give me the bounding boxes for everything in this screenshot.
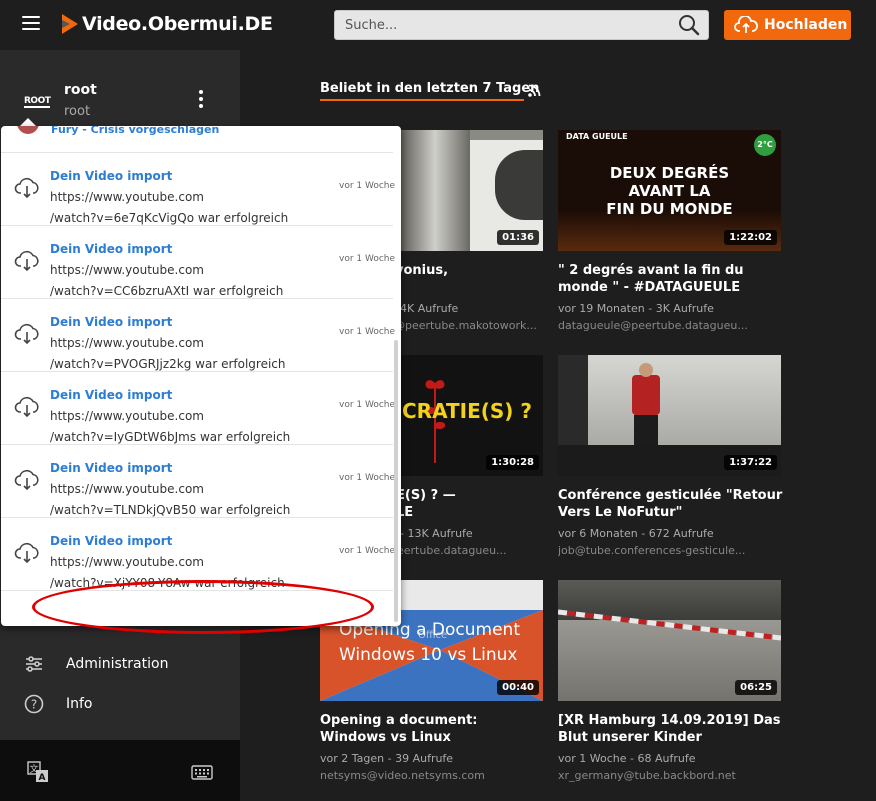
barrier-graphic (558, 609, 781, 641)
video-duration: 1:37:22 (724, 455, 777, 470)
notification-text: Dein Video import https://www.youtube.co… (50, 169, 289, 225)
search-input[interactable] (335, 11, 665, 39)
video-duration: 1:22:02 (724, 230, 777, 245)
video-meta: 4K Aufrufe (400, 302, 459, 315)
notification-avatar (17, 126, 39, 134)
notification-item[interactable]: Dein Video import https://www.youtube.co… (1, 298, 396, 371)
notification-link[interactable]: Dein Video import (50, 169, 172, 183)
notification-time: vor 1 Woche (339, 254, 396, 264)
video-duration: 00:40 (497, 680, 539, 695)
upload-button[interactable]: Hochladen (724, 10, 851, 40)
notification-item[interactable]: Dein Video import https://www.youtube.co… (1, 444, 396, 517)
top-header: Video.Obermui.DE Hochladen (0, 0, 876, 50)
video-thumbnail[interactable]: 06:25 (558, 580, 781, 701)
notification-item[interactable]: Dein Video import https://www.youtube.co… (1, 225, 396, 298)
cloud-download-icon (14, 469, 39, 491)
notification-link[interactable]: Dein Video import (50, 534, 172, 548)
notification-link[interactable]: Dein Video import (50, 315, 172, 329)
thumb-text: AVANT LA (628, 182, 711, 200)
video-meta: vor 1 Woche - 68 Aufrufe (558, 752, 696, 765)
notification-time: vor 1 Woche (339, 327, 396, 337)
notification-text: Dein Video import https://www.youtube.co… (50, 388, 291, 444)
sidebar-item-administration[interactable]: Administration (24, 652, 168, 676)
sliders-icon (26, 656, 42, 672)
video-title[interactable]: Conférence gesticulée "Retour Vers Le No… (558, 487, 783, 521)
svg-text:?: ? (31, 698, 37, 712)
sidebar-item-info[interactable]: ? Info (24, 692, 93, 716)
user-menu-button[interactable] (196, 90, 206, 112)
video-title[interactable]: " 2 degrés avant la fin du monde " - #DA… (558, 262, 783, 296)
video-channel[interactable]: @peertube.makotowork... (394, 319, 539, 332)
notification-link[interactable]: Dein Video import (50, 242, 172, 256)
logo-icon (62, 14, 78, 34)
rss-icon[interactable] (528, 84, 541, 97)
upload-label: Hochladen (764, 17, 848, 33)
cloud-download-icon (14, 542, 39, 564)
app-root: Video.Obermui.DE Hochladen ROOT root roo… (0, 0, 876, 801)
video-meta: vor 2 Tagen - 39 Aufrufe (320, 752, 454, 765)
notification-text: Dein Video import https://www.youtube.co… (50, 242, 284, 298)
user-handle: root (64, 104, 91, 119)
user-avatar[interactable]: ROOT (24, 94, 51, 108)
section-title[interactable]: Beliebt in den letzten 7 Tagen (320, 81, 539, 96)
cloud-download-icon (14, 323, 39, 345)
thumb-text: FIN DU MONDE (606, 200, 733, 218)
notification-link[interactable]: Dein Video import (50, 461, 172, 475)
notification-text: Dein Video import https://www.youtube.co… (50, 461, 291, 517)
search-box (334, 10, 709, 40)
section-underline (320, 99, 524, 101)
cloud-download-icon (14, 177, 39, 199)
highlight-ellipse (32, 580, 374, 634)
video-duration: 01:36 (497, 230, 539, 245)
video-channel[interactable]: job@tube.conferences-gesticule... (558, 544, 748, 557)
thumb-tag: DATA GUEULE (566, 132, 628, 141)
video-duration: 06:25 (735, 680, 777, 695)
svg-text:A: A (39, 773, 46, 783)
notification-time: vor 1 Woche (339, 546, 396, 556)
video-thumbnail[interactable]: 1:37:22 (558, 355, 781, 476)
cloud-upload-icon (734, 16, 758, 33)
video-channel[interactable]: netsyms@video.netsyms.com (320, 769, 510, 782)
notification-time: vor 1 Woche (339, 400, 396, 410)
language-icon[interactable]: 文 A (27, 761, 49, 783)
sidebar-item-label: Info (66, 696, 93, 712)
video-title[interactable]: [XR Hamburg 14.09.2019] Das Blut unserer… (558, 712, 783, 746)
site-name[interactable]: Video.Obermui.DE (82, 13, 273, 35)
notification-caret (20, 118, 36, 126)
keyboard-icon[interactable] (191, 765, 213, 781)
notification-time: vor 1 Woche (339, 473, 396, 483)
search-icon[interactable] (678, 14, 700, 36)
thumb-text: CRATIE(S) ? (402, 399, 532, 423)
sidebar-item-label: Administration (66, 656, 169, 672)
svg-text:文: 文 (29, 763, 38, 775)
cloud-download-icon (14, 396, 39, 418)
user-display-name[interactable]: root (64, 82, 97, 98)
notification-link[interactable]: Dein Video import (50, 388, 172, 402)
help-circle-icon: ? (24, 694, 44, 714)
notification-item[interactable]: Dein Video import https://www.youtube.co… (1, 152, 396, 225)
thumb-badge: 2°C (754, 134, 776, 156)
thumb-text: DEUX DEGRÉS (609, 164, 730, 182)
video-channel[interactable]: eertube.datagueu... (397, 544, 539, 557)
video-meta: vor 19 Monaten - 3K Aufrufe (558, 302, 714, 315)
notification-item[interactable]: Dein Video import https://www.youtube.co… (1, 371, 396, 444)
video-duration: 1:30:28 (486, 455, 539, 470)
menu-toggle-button[interactable] (22, 16, 42, 32)
video-thumbnail[interactable]: DATA GUEULE 2°C DEUX DEGRÉS AVANT LA FIN… (558, 130, 781, 251)
notification-time: vor 1 Woche (339, 181, 396, 191)
video-channel[interactable]: xr_germany@tube.backbord.net (558, 769, 748, 782)
video-title[interactable]: Opening a document: Windows vs Linux (320, 712, 545, 746)
video-channel[interactable]: datagueule@peertube.datagueu... (558, 319, 748, 332)
notification-partial-text[interactable]: Fury - Crisis vorgeschlagen (51, 126, 219, 136)
video-meta: - 13K Aufrufe (400, 527, 473, 540)
notification-scrollbar[interactable] (394, 340, 398, 622)
cloud-download-icon (14, 250, 39, 272)
video-meta: vor 6 Monaten - 672 Aufrufe (558, 527, 714, 540)
notification-dropdown: Fury - Crisis vorgeschlagen Dein Video i… (1, 126, 401, 626)
notification-text: Dein Video import https://www.youtube.co… (50, 315, 286, 371)
thumb-text: Windows 10 vs Linux (339, 645, 518, 665)
